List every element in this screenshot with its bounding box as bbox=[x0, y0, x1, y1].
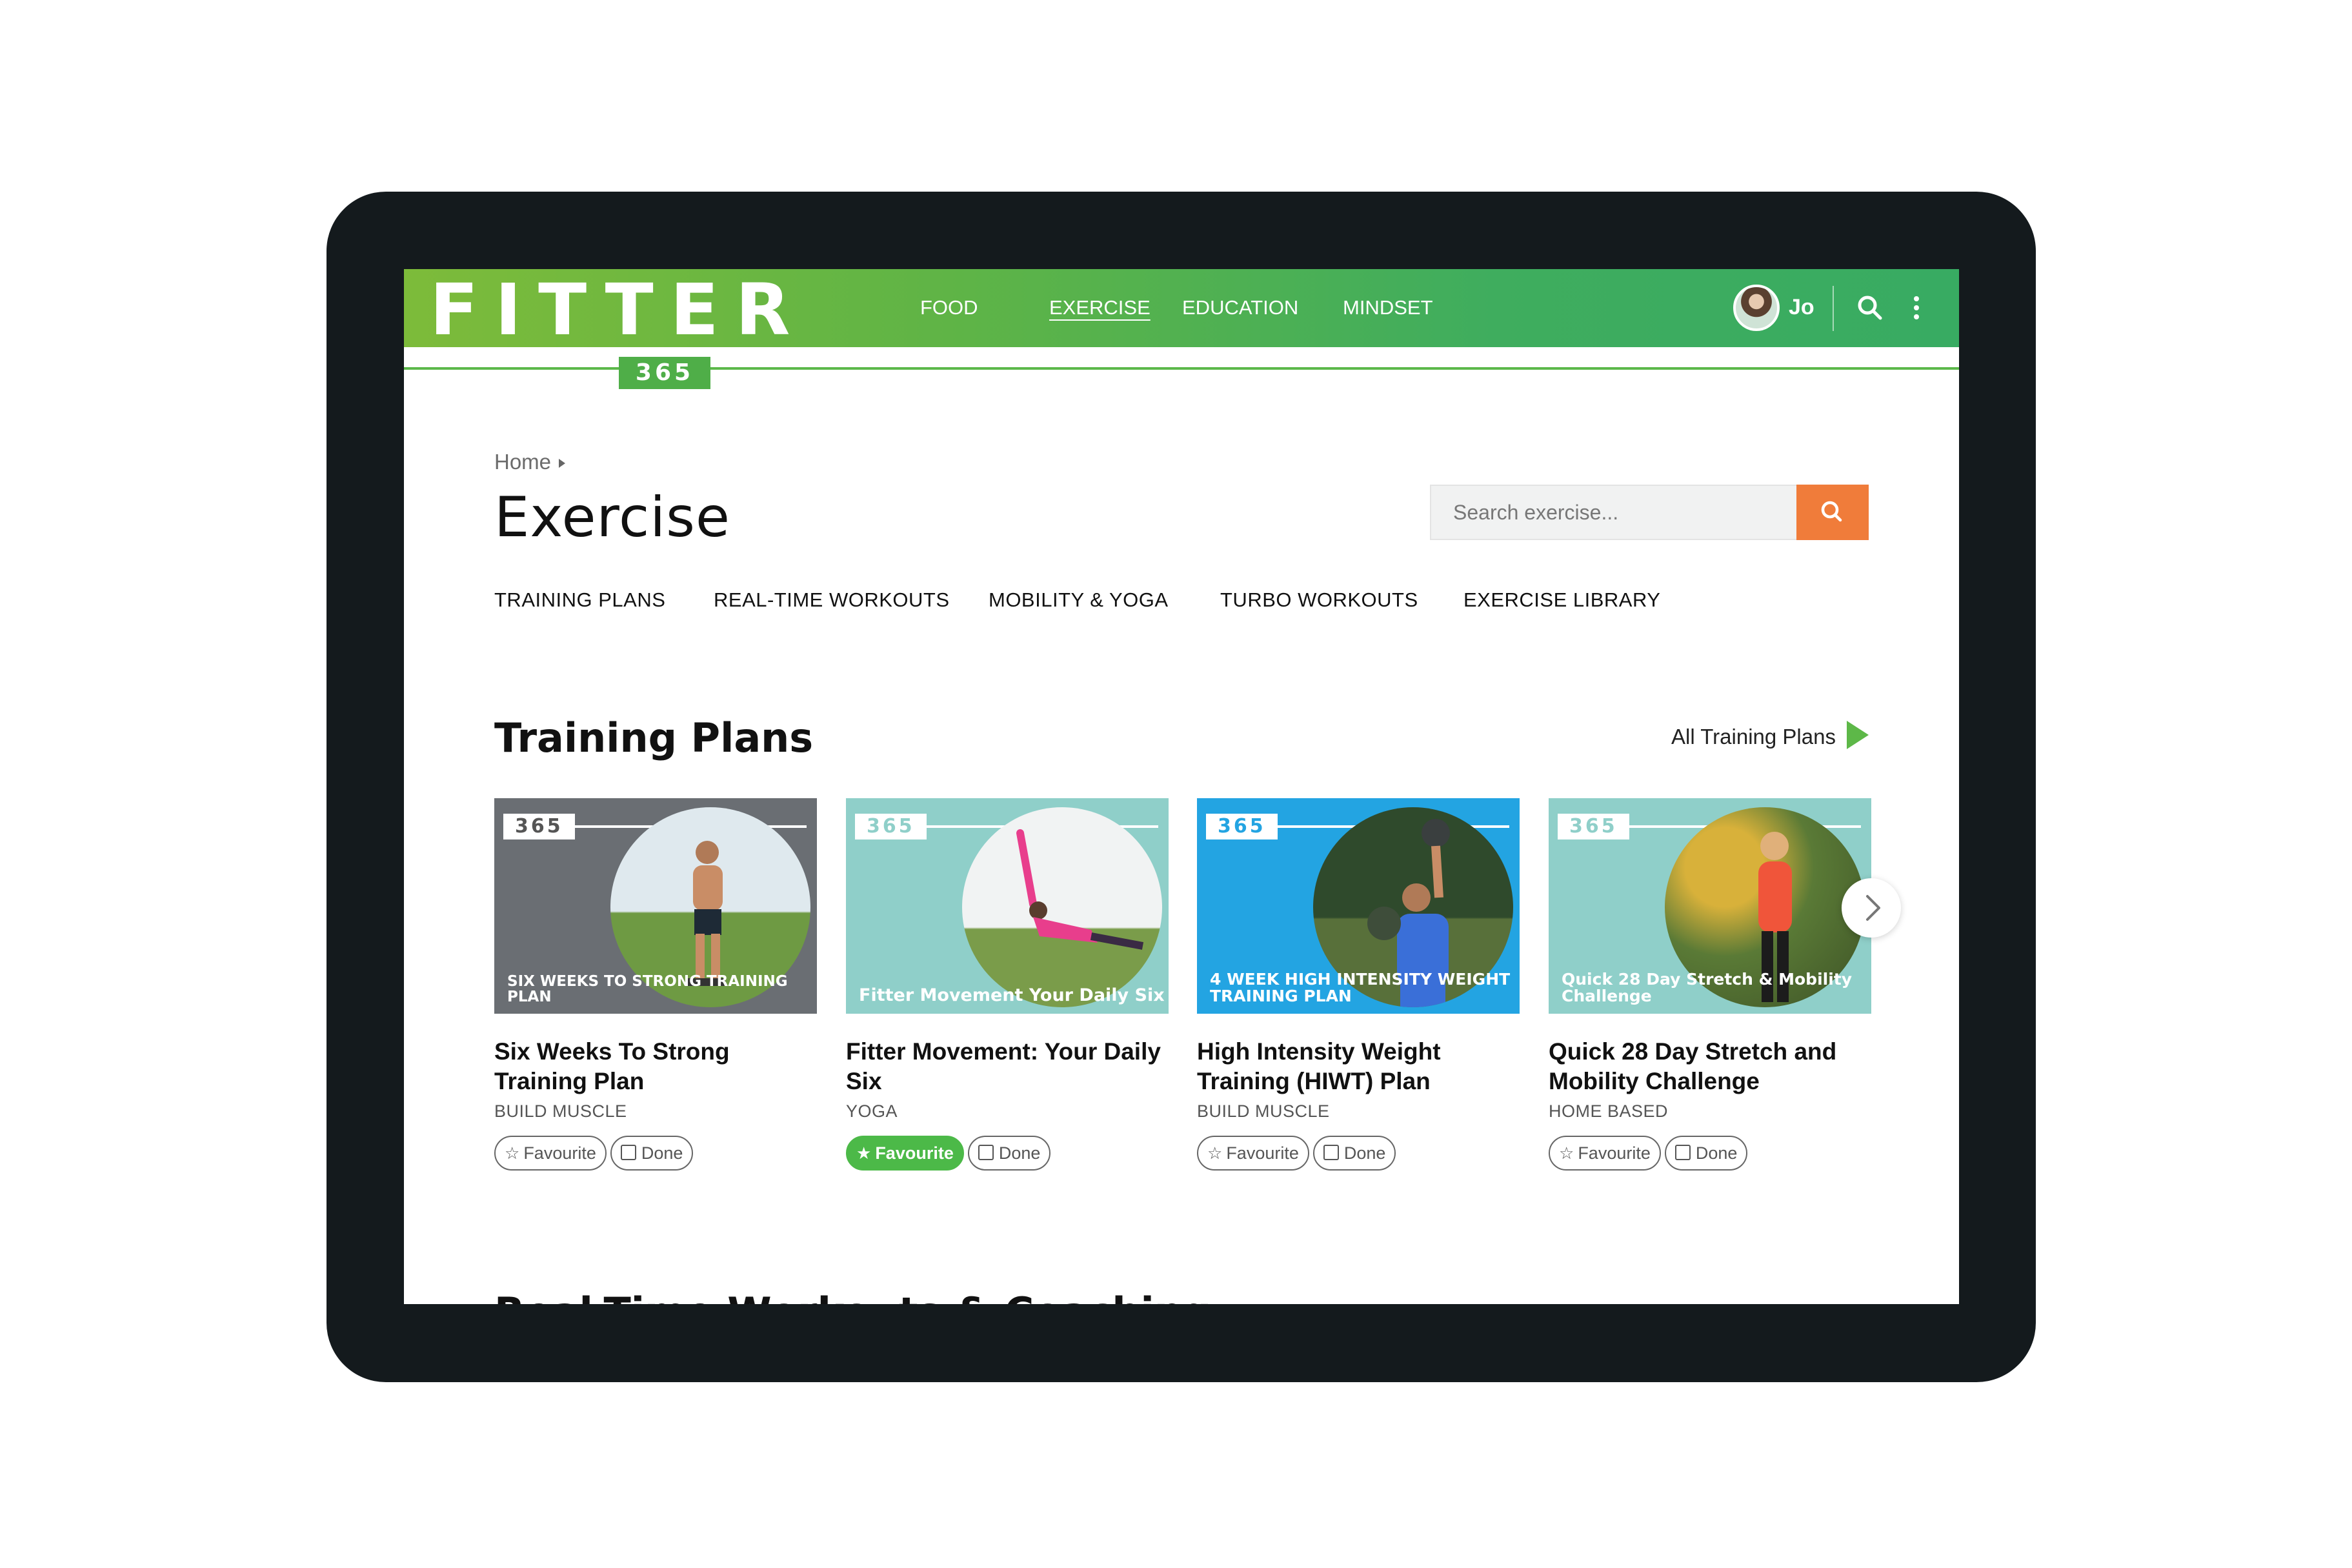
more-vertical-icon[interactable] bbox=[1909, 292, 1940, 323]
plan-card[interactable]: 365 Fitter Movement Your Daily Six Fitte… bbox=[846, 798, 1169, 1172]
plan-thumbnail[interactable]: 365 Quick 28 Day Stretch & Mobility Chal… bbox=[1549, 798, 1871, 1014]
checkbox-icon bbox=[1674, 1144, 1691, 1160]
section-title-training-plans: Training Plans bbox=[494, 714, 814, 761]
favourite-button[interactable]: ★ Favourite bbox=[846, 1136, 964, 1171]
favourite-label: Favourite bbox=[1226, 1143, 1299, 1163]
plan-category: HOME BASED bbox=[1549, 1101, 1669, 1121]
plan-actions: ☆ Favourite Done bbox=[494, 1136, 817, 1172]
done-button[interactable]: Done bbox=[1664, 1136, 1748, 1171]
done-button[interactable]: Done bbox=[610, 1136, 694, 1171]
subnav-exercise-library[interactable]: EXERCISE LIBRARY bbox=[1463, 588, 1660, 612]
plan-title[interactable]: Quick 28 Day Stretch and Mobility Challe… bbox=[1549, 1037, 1871, 1096]
plan-thumbnail[interactable]: 365 SIX WEEKS TO STRONG TRAINING PLAN bbox=[494, 798, 817, 1014]
checkbox-icon bbox=[978, 1144, 994, 1160]
search-icon bbox=[1821, 501, 1842, 522]
search-input[interactable] bbox=[1431, 486, 1799, 539]
thumb-badge: 365 bbox=[855, 814, 927, 839]
plan-actions: ★ Favourite Done bbox=[846, 1136, 1169, 1172]
search-button[interactable] bbox=[1796, 485, 1869, 540]
breadcrumb-home[interactable]: Home bbox=[494, 450, 551, 474]
star-outline-icon: ☆ bbox=[1207, 1143, 1223, 1163]
thumb-badge: 365 bbox=[1558, 814, 1629, 839]
nav-education[interactable]: EDUCATION bbox=[1182, 296, 1298, 319]
done-label: Done bbox=[641, 1143, 683, 1163]
breadcrumb-caret-icon bbox=[559, 459, 566, 468]
next-section-title: Real-Time Workouts & Coaching bbox=[494, 1289, 1211, 1304]
breadcrumb: Home bbox=[494, 450, 566, 474]
thumb-overlay-text: SIX WEEKS TO STRONG TRAINING PLAN bbox=[507, 972, 788, 1005]
star-outline-icon: ☆ bbox=[505, 1143, 520, 1163]
plan-category: YOGA bbox=[846, 1101, 898, 1121]
done-label: Done bbox=[1695, 1143, 1738, 1163]
star-filled-icon: ★ bbox=[856, 1143, 872, 1163]
search-icon[interactable] bbox=[1854, 292, 1885, 323]
top-header: FITTER FOOD EXERCISE EDUCATION MINDSET J… bbox=[404, 269, 1959, 347]
checkbox-icon bbox=[1323, 1144, 1339, 1160]
nav-mindset[interactable]: MINDSET bbox=[1343, 296, 1433, 319]
done-button[interactable]: Done bbox=[967, 1136, 1051, 1171]
star-outline-icon: ☆ bbox=[1559, 1143, 1574, 1163]
fitter-logo[interactable]: FITTER bbox=[430, 274, 807, 345]
done-label: Done bbox=[998, 1143, 1041, 1163]
plan-card[interactable]: 365 Quick 28 Day Stretch & Mobility Chal… bbox=[1549, 798, 1871, 1172]
thumb-overlay-text: 4 WEEK HIGH INTENSITY WEIGHT TRAINING PL… bbox=[1210, 969, 1511, 1005]
plan-card[interactable]: 365 SIX WEEKS TO STRONG TRAINING PLAN Si… bbox=[494, 798, 817, 1172]
done-button[interactable]: Done bbox=[1312, 1136, 1396, 1171]
page-title: Exercise bbox=[494, 485, 730, 550]
plan-category: BUILD MUSCLE bbox=[494, 1101, 627, 1121]
plan-title[interactable]: High Intensity Weight Training (HIWT) Pl… bbox=[1197, 1037, 1520, 1096]
plan-actions: ☆ Favourite Done bbox=[1197, 1136, 1520, 1172]
thumb-overlay-text: Fitter Movement Your Daily Six bbox=[859, 985, 1165, 1005]
logo-badge: 365 bbox=[619, 357, 710, 389]
search-field bbox=[1430, 485, 1799, 540]
favourite-label: Favourite bbox=[875, 1143, 954, 1163]
favourite-label: Favourite bbox=[523, 1143, 596, 1163]
favourite-button[interactable]: ☆ Favourite bbox=[1197, 1136, 1309, 1171]
plan-thumbnail[interactable]: 365 4 WEEK HIGH INTENSITY WEIGHT TRAININ… bbox=[1197, 798, 1520, 1014]
plan-card[interactable]: 365 4 WEEK HIGH INTENSITY WEIGHT TRAININ… bbox=[1197, 798, 1520, 1172]
favourite-label: Favourite bbox=[1578, 1143, 1651, 1163]
plan-category: BUILD MUSCLE bbox=[1197, 1101, 1330, 1121]
nav-exercise[interactable]: EXERCISE bbox=[1049, 296, 1151, 319]
checkbox-icon bbox=[620, 1144, 636, 1160]
header-divider bbox=[1833, 286, 1834, 331]
done-label: Done bbox=[1343, 1143, 1386, 1163]
app-screen: FITTER FOOD EXERCISE EDUCATION MINDSET J… bbox=[404, 269, 1959, 1304]
thumb-badge: 365 bbox=[1206, 814, 1278, 839]
nav-food[interactable]: FOOD bbox=[920, 296, 978, 319]
avatar[interactable] bbox=[1733, 285, 1780, 331]
subnav-mobility-yoga[interactable]: MOBILITY & YOGA bbox=[989, 588, 1169, 612]
thumb-overlay-text: Quick 28 Day Stretch & Mobility Challeng… bbox=[1562, 969, 1853, 1005]
user-name[interactable]: Jo bbox=[1789, 295, 1814, 320]
plan-title[interactable]: Six Weeks To Strong Training Plan bbox=[494, 1037, 817, 1096]
play-arrow-icon[interactable] bbox=[1847, 721, 1869, 749]
thumb-badge: 365 bbox=[503, 814, 575, 839]
subnav-turbo-workouts[interactable]: TURBO WORKOUTS bbox=[1220, 588, 1418, 612]
chevron-right-icon bbox=[1866, 895, 1880, 921]
plan-photo bbox=[962, 807, 1162, 1007]
subnav-training-plans[interactable]: TRAINING PLANS bbox=[494, 588, 665, 612]
favourite-button[interactable]: ☆ Favourite bbox=[494, 1136, 607, 1171]
all-training-plans-link[interactable]: All Training Plans bbox=[1671, 725, 1836, 749]
plan-thumbnail[interactable]: 365 Fitter Movement Your Daily Six bbox=[846, 798, 1169, 1014]
favourite-button[interactable]: ☆ Favourite bbox=[1549, 1136, 1661, 1171]
subnav-real-time-workouts[interactable]: REAL-TIME WORKOUTS bbox=[714, 588, 950, 612]
plan-actions: ☆ Favourite Done bbox=[1549, 1136, 1871, 1172]
plan-title[interactable]: Fitter Movement: Your Daily Six bbox=[846, 1037, 1169, 1096]
carousel-next-button[interactable] bbox=[1842, 878, 1901, 938]
